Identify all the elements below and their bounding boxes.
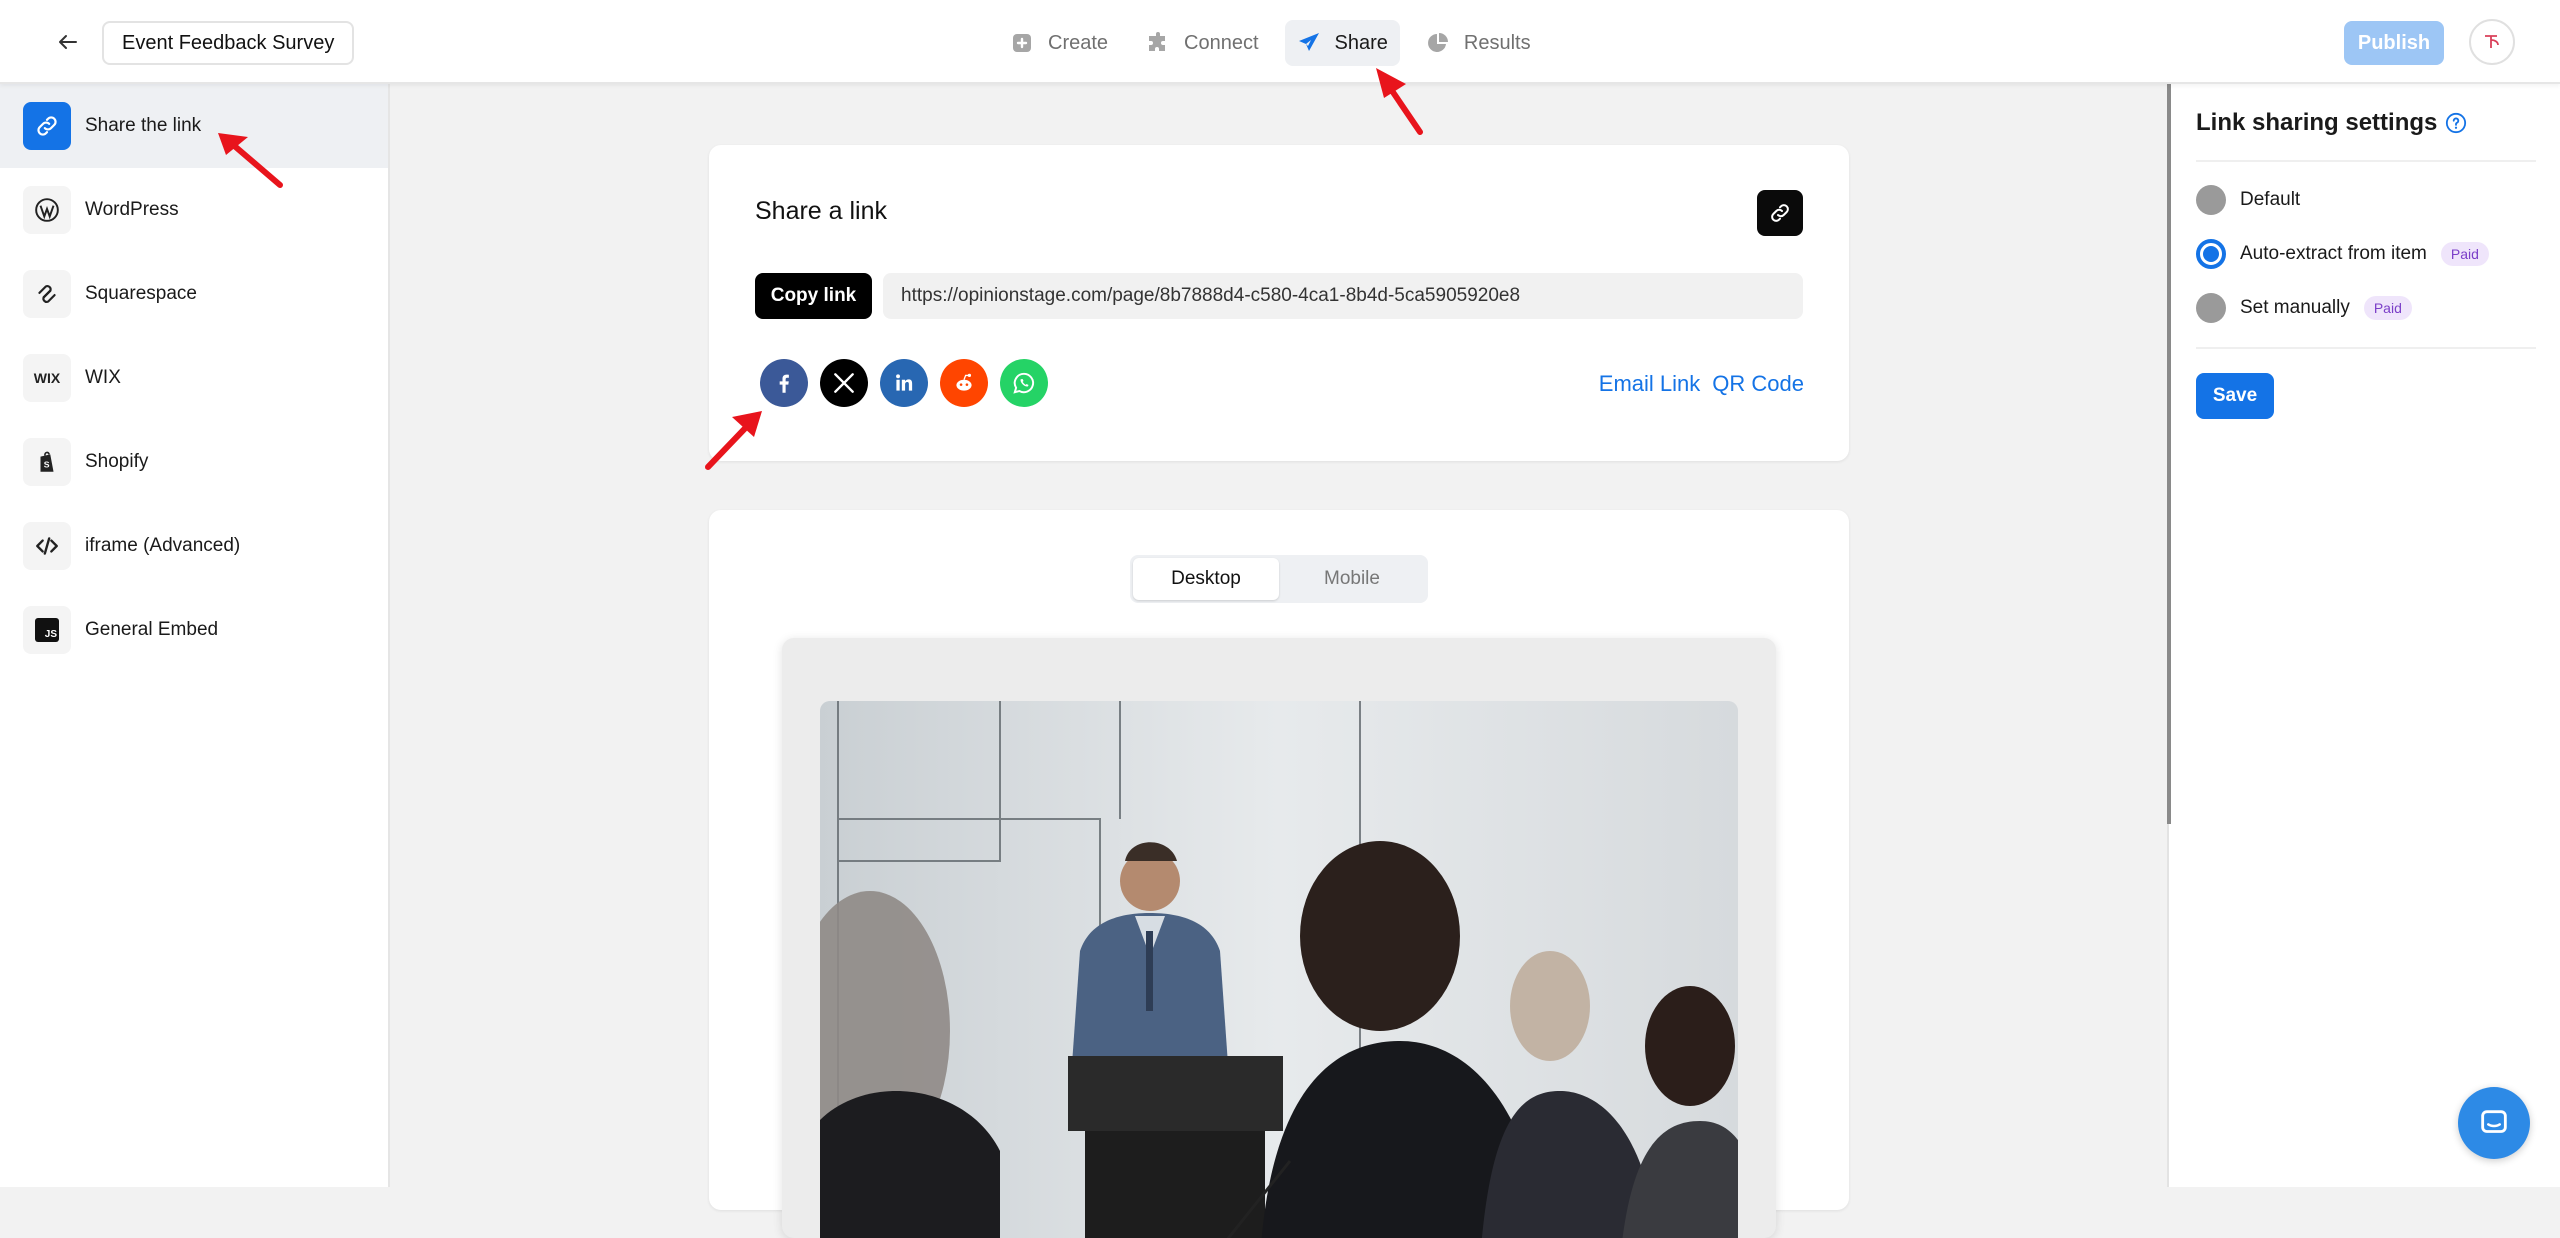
divider bbox=[2196, 347, 2536, 349]
link-settings-panel: Link sharing settings Default Auto-extra… bbox=[2167, 84, 2560, 1187]
save-button[interactable]: Save bbox=[2196, 373, 2274, 419]
linkedin-share-button[interactable] bbox=[880, 359, 928, 407]
brand-logo-icon bbox=[2485, 35, 2499, 48]
option-label: Default bbox=[2240, 189, 2301, 210]
share-title: Share a link bbox=[755, 197, 888, 225]
sidebar-item-shopify[interactable]: S Shopify bbox=[0, 420, 388, 504]
option-auto-extract[interactable]: Auto-extract from item Paid bbox=[2196, 239, 2489, 269]
link-options-button[interactable] bbox=[1757, 190, 1803, 236]
option-label: Set manually bbox=[2240, 297, 2350, 318]
tab-results[interactable]: Results bbox=[1414, 20, 1543, 66]
help-icon[interactable] bbox=[2445, 112, 2467, 134]
linkedin-icon bbox=[896, 374, 913, 391]
survey-title[interactable]: Event Feedback Survey bbox=[102, 21, 355, 65]
chat-icon bbox=[2481, 1110, 2507, 1133]
sidebar-item-label: Share the link bbox=[85, 115, 202, 136]
facebook-icon bbox=[779, 374, 789, 393]
arrow-left-icon bbox=[59, 35, 77, 49]
sidebar-item-wix[interactable]: WIX WIX bbox=[0, 336, 388, 420]
tab-share-label: Share bbox=[1334, 31, 1388, 54]
chat-button[interactable] bbox=[2458, 1087, 2530, 1159]
sidebar-item-label: WordPress bbox=[85, 199, 179, 220]
email-link[interactable]: Email Link bbox=[1599, 371, 1700, 397]
tab-create[interactable]: Create bbox=[998, 20, 1120, 66]
reddit-share-button[interactable] bbox=[940, 359, 988, 407]
annotation-arrow-icon bbox=[218, 133, 283, 188]
device-toggle: Desktop Mobile bbox=[1130, 555, 1428, 603]
x-share-button[interactable] bbox=[820, 359, 868, 407]
code-icon bbox=[23, 522, 71, 570]
share-link-card: Share a link Copy link Email Link QR Cod… bbox=[709, 145, 1849, 461]
annotation-arrow-icon bbox=[705, 411, 762, 470]
qr-code-link[interactable]: QR Code bbox=[1712, 371, 1804, 397]
link-settings-title: Link sharing settings bbox=[2196, 109, 2467, 137]
divider bbox=[2196, 160, 2536, 162]
paid-badge: Paid bbox=[2440, 242, 2489, 266]
preview-frame bbox=[782, 638, 1776, 1238]
copy-link-button[interactable]: Copy link bbox=[755, 273, 872, 319]
plus-square-icon bbox=[1013, 34, 1031, 52]
shopify-icon: S bbox=[23, 438, 71, 486]
tab-connect-label: Connect bbox=[1184, 31, 1259, 54]
tab-desktop[interactable]: Desktop bbox=[1133, 558, 1279, 600]
survey-title-text: Event Feedback Survey bbox=[122, 31, 335, 54]
tab-mobile[interactable]: Mobile bbox=[1279, 558, 1425, 600]
whatsapp-share-button[interactable] bbox=[1000, 359, 1048, 407]
reddit-icon bbox=[956, 373, 972, 391]
option-set-manually[interactable]: Set manually Paid bbox=[2196, 293, 2412, 323]
preview-card: Desktop Mobile bbox=[709, 510, 1849, 1238]
tab-share[interactable]: Share bbox=[1284, 20, 1400, 66]
tab-results-label: Results bbox=[1463, 31, 1531, 54]
option-default[interactable]: Default bbox=[2196, 185, 2300, 215]
x-icon bbox=[834, 373, 854, 393]
puzzle-icon bbox=[1149, 32, 1166, 51]
wordpress-icon bbox=[23, 186, 71, 234]
tab-connect[interactable]: Connect bbox=[1134, 20, 1271, 66]
paid-badge: Paid bbox=[2363, 296, 2412, 320]
avatar[interactable] bbox=[2469, 19, 2515, 65]
sidebar-item-share-link[interactable]: Share the link bbox=[0, 84, 388, 168]
cover-image bbox=[820, 701, 1738, 1238]
pie-chart-icon bbox=[1427, 33, 1448, 52]
publish-button[interactable]: Publish bbox=[2344, 21, 2444, 65]
sidebar-item-label: Shopify bbox=[85, 451, 149, 472]
option-label: Auto-extract from item bbox=[2240, 243, 2427, 264]
squarespace-icon bbox=[23, 270, 71, 318]
js-icon-text: JS bbox=[35, 618, 59, 642]
radio-auto-extract[interactable] bbox=[2196, 239, 2226, 269]
back-button[interactable] bbox=[50, 24, 86, 60]
sidebar-item-label: Squarespace bbox=[85, 283, 197, 304]
sidebar-item-general-embed[interactable]: JS General Embed bbox=[0, 588, 388, 672]
sidebar-item-label: WIX bbox=[85, 367, 121, 388]
link-icon bbox=[1771, 204, 1789, 222]
share-sidebar: Share the link WordPress Squarespace WIX… bbox=[0, 84, 390, 1187]
share-url-field[interactable] bbox=[883, 273, 1803, 319]
conference-photo bbox=[820, 701, 1738, 1238]
sidebar-item-label: General Embed bbox=[85, 619, 219, 640]
js-icon: JS bbox=[23, 606, 71, 654]
svg-text:S: S bbox=[44, 459, 50, 469]
link-icon bbox=[23, 102, 71, 150]
sidebar-item-squarespace[interactable]: Squarespace bbox=[0, 252, 388, 336]
facebook-share-button[interactable] bbox=[760, 359, 808, 407]
sidebar-item-label: iframe (Advanced) bbox=[85, 535, 241, 556]
radio-set-manually[interactable] bbox=[2196, 293, 2226, 323]
annotation-arrow-icon bbox=[1376, 68, 1423, 135]
social-share-row bbox=[760, 359, 1048, 407]
top-bar: Event Feedback Survey Create Connect Sha… bbox=[0, 0, 2560, 84]
radio-default[interactable] bbox=[2196, 185, 2226, 215]
link-settings-title-text: Link sharing settings bbox=[2196, 109, 2438, 136]
share-text-links: Email Link QR Code bbox=[1599, 371, 1804, 397]
whatsapp-icon bbox=[1013, 372, 1035, 394]
sidebar-item-wordpress[interactable]: WordPress bbox=[0, 168, 388, 252]
wix-icon: WIX bbox=[23, 354, 71, 402]
tab-create-label: Create bbox=[1048, 31, 1109, 54]
main-nav: Create Connect Share Results bbox=[998, 20, 1543, 66]
sidebar-item-iframe[interactable]: iframe (Advanced) bbox=[0, 504, 388, 588]
scrollbar[interactable] bbox=[2167, 84, 2171, 824]
paper-plane-icon bbox=[1298, 33, 1319, 51]
